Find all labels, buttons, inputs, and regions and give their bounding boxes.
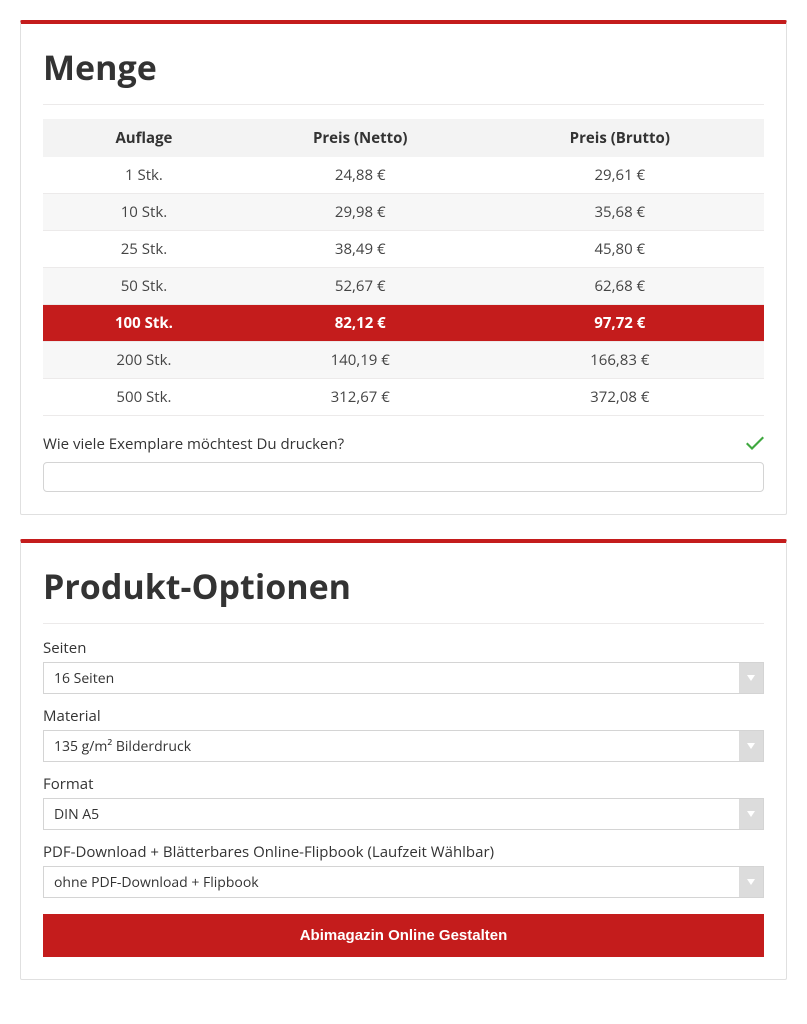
cell-net: 52,67 € (245, 268, 476, 305)
cell-net: 29,98 € (245, 194, 476, 231)
cell-net: 82,12 € (245, 305, 476, 342)
select-material[interactable]: 135 g/m² Bilderdruck (43, 730, 764, 762)
cell-gross: 166,83 € (476, 342, 764, 379)
chevron-down-icon (739, 731, 763, 761)
table-row[interactable]: 50 Stk.52,67 €62,68 € (43, 268, 764, 305)
cell-gross: 29,61 € (476, 157, 764, 194)
cell-gross: 97,72 € (476, 305, 764, 342)
price-table: Auflage Preis (Netto) Preis (Brutto) 1 S… (43, 119, 764, 416)
quantity-prompt: Wie viele Exemplare möchtest Du drucken? (43, 434, 344, 454)
select-pages[interactable]: 16 Seiten (43, 662, 764, 694)
table-row[interactable]: 10 Stk.29,98 €35,68 € (43, 194, 764, 231)
chevron-down-icon (739, 663, 763, 693)
chevron-down-icon (739, 799, 763, 829)
cell-qty: 100 Stk. (43, 305, 245, 342)
field-flipbook: PDF-Download + Blätterbares Online-Flipb… (43, 842, 764, 898)
col-gross: Preis (Brutto) (476, 119, 764, 157)
table-row[interactable]: 25 Stk.38,49 €45,80 € (43, 231, 764, 268)
cell-qty: 10 Stk. (43, 194, 245, 231)
cell-qty: 25 Stk. (43, 231, 245, 268)
table-row[interactable]: 100 Stk.82,12 €97,72 € (43, 305, 764, 342)
label-pages: Seiten (43, 638, 764, 658)
cell-net: 38,49 € (245, 231, 476, 268)
select-flipbook[interactable]: ohne PDF-Download + Flipbook (43, 866, 764, 898)
table-row[interactable]: 500 Stk.312,67 €372,08 € (43, 379, 764, 416)
check-icon (746, 432, 764, 456)
label-material: Material (43, 706, 764, 726)
col-qty: Auflage (43, 119, 245, 157)
quantity-prompt-row: Wie viele Exemplare möchtest Du drucken? (43, 432, 764, 456)
col-net: Preis (Netto) (245, 119, 476, 157)
cell-qty: 1 Stk. (43, 157, 245, 194)
select-format-value: DIN A5 (44, 805, 739, 824)
options-card: Produkt-Optionen Seiten 16 Seiten Materi… (20, 539, 787, 980)
select-flipbook-value: ohne PDF-Download + Flipbook (44, 873, 739, 892)
cell-qty: 50 Stk. (43, 268, 245, 305)
cta-button[interactable]: Abimagazin Online Gestalten (43, 914, 764, 957)
quantity-input[interactable] (43, 462, 764, 492)
cell-gross: 45,80 € (476, 231, 764, 268)
field-format: Format DIN A5 (43, 774, 764, 830)
quantity-title: Menge (43, 44, 764, 105)
field-pages: Seiten 16 Seiten (43, 638, 764, 694)
label-format: Format (43, 774, 764, 794)
select-pages-value: 16 Seiten (44, 669, 739, 688)
select-format[interactable]: DIN A5 (43, 798, 764, 830)
label-flipbook: PDF-Download + Blätterbares Online-Flipb… (43, 842, 764, 862)
table-header-row: Auflage Preis (Netto) Preis (Brutto) (43, 119, 764, 157)
table-row[interactable]: 1 Stk.24,88 €29,61 € (43, 157, 764, 194)
select-material-value: 135 g/m² Bilderdruck (44, 737, 739, 756)
table-row[interactable]: 200 Stk.140,19 €166,83 € (43, 342, 764, 379)
quantity-card: Menge Auflage Preis (Netto) Preis (Brutt… (20, 20, 787, 515)
options-title: Produkt-Optionen (43, 563, 764, 624)
cell-gross: 35,68 € (476, 194, 764, 231)
cell-gross: 372,08 € (476, 379, 764, 416)
cell-net: 140,19 € (245, 342, 476, 379)
cell-net: 24,88 € (245, 157, 476, 194)
field-material: Material 135 g/m² Bilderdruck (43, 706, 764, 762)
cell-qty: 500 Stk. (43, 379, 245, 416)
chevron-down-icon (739, 867, 763, 897)
cell-net: 312,67 € (245, 379, 476, 416)
cell-gross: 62,68 € (476, 268, 764, 305)
cell-qty: 200 Stk. (43, 342, 245, 379)
